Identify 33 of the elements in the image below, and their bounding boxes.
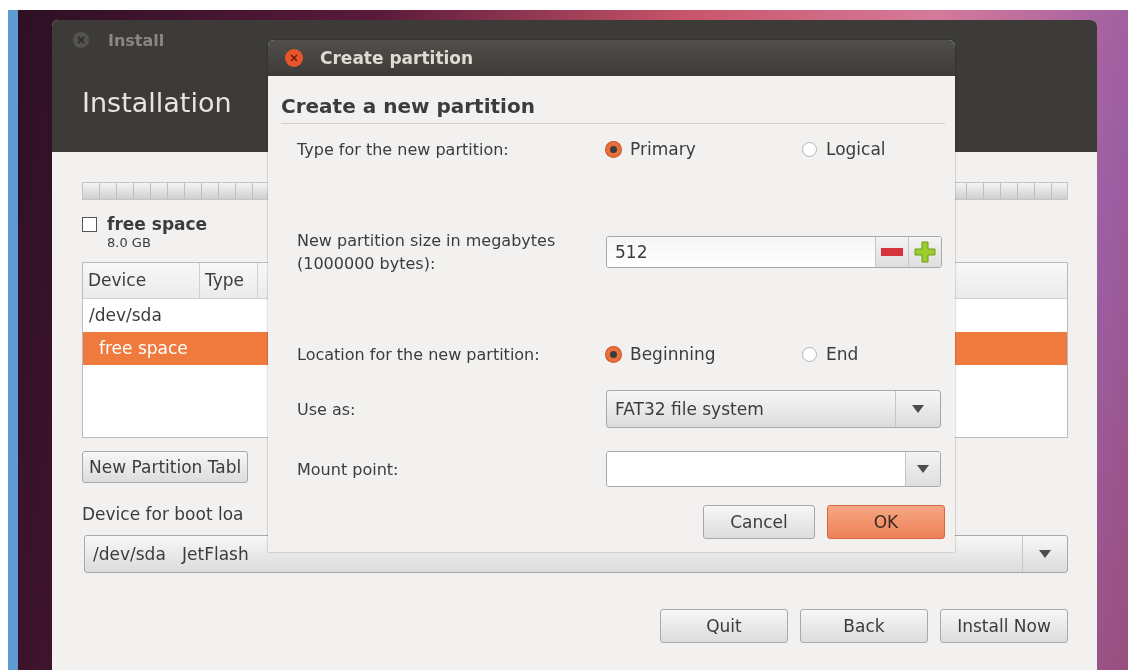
caret-icon — [912, 405, 924, 413]
footer-button[interactable]: Quit — [660, 609, 788, 643]
field-label: New partition size in megabytes (1000000 bytes): — [297, 229, 557, 275]
dialog-heading: Create a new partition — [281, 90, 945, 124]
field-label: Mount point: — [297, 459, 400, 479]
radio-option[interactable]: Primary — [606, 139, 802, 159]
radio-option[interactable]: Beginning — [606, 344, 802, 364]
ok-button[interactable]: OK — [827, 505, 945, 539]
column-header[interactable]: Device — [83, 263, 200, 298]
field-label: Type for the new partition: — [297, 139, 510, 159]
page-heading: Installation — [82, 86, 232, 120]
legend-label: free space — [107, 214, 208, 234]
caret-icon — [917, 465, 929, 473]
checkbox[interactable] — [82, 217, 97, 232]
boot-loader-label: Device for boot loa — [82, 503, 244, 525]
mount-point-field[interactable] — [606, 451, 941, 487]
field-label: Location for the new partition: — [297, 344, 541, 364]
caret-icon — [1039, 550, 1051, 558]
dropdown-button[interactable] — [905, 452, 940, 486]
radio-option[interactable]: End — [802, 344, 955, 364]
field-label: Use as: — [297, 399, 357, 419]
dialog-title: Create partition — [320, 48, 474, 68]
footer-button[interactable]: Back — [800, 609, 928, 643]
cancel-button[interactable]: Cancel — [703, 505, 815, 539]
footer-button[interactable]: Install Now — [940, 609, 1068, 643]
new-partition-table-button[interactable]: New Partition Tabl — [82, 451, 249, 483]
close-icon[interactable] — [284, 48, 304, 68]
window-title: Install — [108, 30, 165, 50]
radio-option[interactable]: Logical — [802, 139, 955, 159]
close-icon[interactable] — [72, 31, 90, 49]
column-header[interactable]: Type — [200, 263, 258, 298]
legend-size: 8.0 GB — [107, 234, 152, 251]
file-system-dropdown[interactable]: FAT32 file system — [606, 390, 941, 428]
